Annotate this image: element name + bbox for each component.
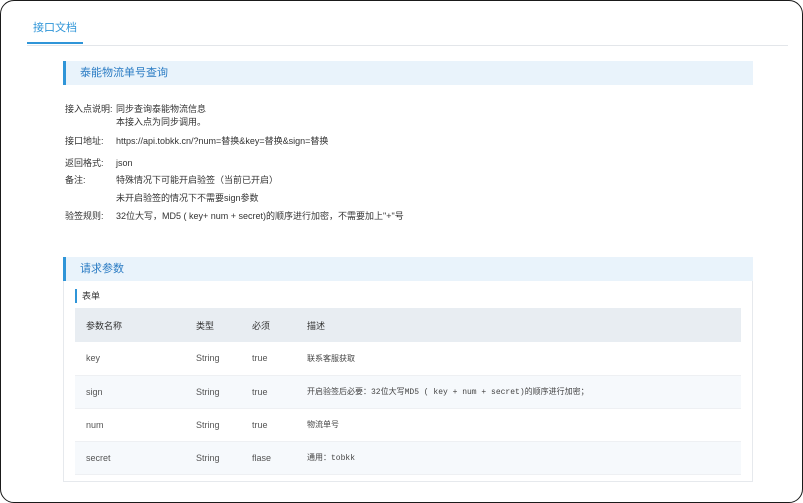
- format-label: 返回格式:: [65, 158, 104, 168]
- url-label: 接口地址:: [65, 136, 104, 146]
- entry-value-2: 本接入点为同步调用。: [116, 117, 207, 127]
- cell-desc: 开启验签后必要：32位大写MD5 ( key + num + secret)的顺…: [307, 388, 589, 397]
- col-header-required: 必须: [252, 320, 271, 331]
- cell-name: num: [86, 419, 104, 430]
- table-header-row: 参数名称 类型 必须 描述: [75, 308, 741, 342]
- params-table: 参数名称 类型 必须 描述 key String true 联系客服获取 sig…: [75, 308, 741, 475]
- col-header-type: 类型: [196, 320, 215, 331]
- entry-value: 同步查询泰能物流信息: [116, 104, 207, 114]
- section-title-tracking: 泰能物流单号查询: [63, 61, 753, 85]
- cell-desc: 物流单号: [307, 421, 339, 430]
- cell-required: true: [252, 419, 268, 430]
- tab-api-docs[interactable]: 接口文档: [27, 1, 83, 44]
- tab-bar: 接口文档: [27, 1, 788, 46]
- table-row: sign String true 开启验签后必要：32位大写MD5 ( key …: [75, 375, 741, 408]
- section-params: 请求参数: [63, 257, 753, 281]
- section-tracking: 泰能物流单号查询: [63, 61, 753, 85]
- cell-required: true: [252, 353, 268, 364]
- cell-type: String: [196, 386, 220, 397]
- url-value[interactable]: https://api.tobkk.cn/?num=替换&key=替换&sign…: [116, 133, 328, 149]
- format-value: json: [116, 158, 133, 168]
- params-box: 表单 参数名称 类型 必须 描述 key String true 联系客服获取: [63, 281, 753, 482]
- cell-type: String: [196, 419, 220, 430]
- note-value-2: 未开启验签的情况下不需要sign参数: [116, 193, 259, 203]
- window-frame: 接口文档 泰能物流单号查询 接入点说明: 同步查询泰能物流信息 本接入点为同步调…: [0, 0, 803, 503]
- table-row: num String true 物流单号: [75, 408, 741, 441]
- cell-desc: 通用：tobkk: [307, 454, 356, 463]
- note-label: 备注:: [65, 175, 86, 185]
- cell-name: key: [86, 353, 101, 364]
- cell-name: sign: [86, 386, 103, 397]
- cell-required: flase: [252, 452, 272, 463]
- sign-label: 验签规则:: [65, 211, 104, 221]
- form-subtitle: 表单: [75, 289, 100, 303]
- cell-required: true: [252, 386, 268, 397]
- cell-name: secret: [86, 452, 111, 463]
- col-header-desc: 描述: [307, 320, 326, 331]
- note-value: 特殊情况下可能开启验签（当前已开启）: [116, 175, 279, 185]
- cell-type: String: [196, 353, 220, 364]
- cell-desc: 联系客服获取: [307, 354, 355, 364]
- sign-value: 32位大写，MD5 ( key+ num + secret)的顺序进行加密，不需…: [116, 211, 404, 221]
- table-row: key String true 联系客服获取: [75, 342, 741, 375]
- section-title-params: 请求参数: [63, 257, 753, 281]
- table-row: secret String flase 通用：tobkk: [75, 441, 741, 474]
- col-header-name: 参数名称: [86, 320, 123, 331]
- entry-label: 接入点说明:: [65, 104, 113, 114]
- cell-type: String: [196, 452, 220, 463]
